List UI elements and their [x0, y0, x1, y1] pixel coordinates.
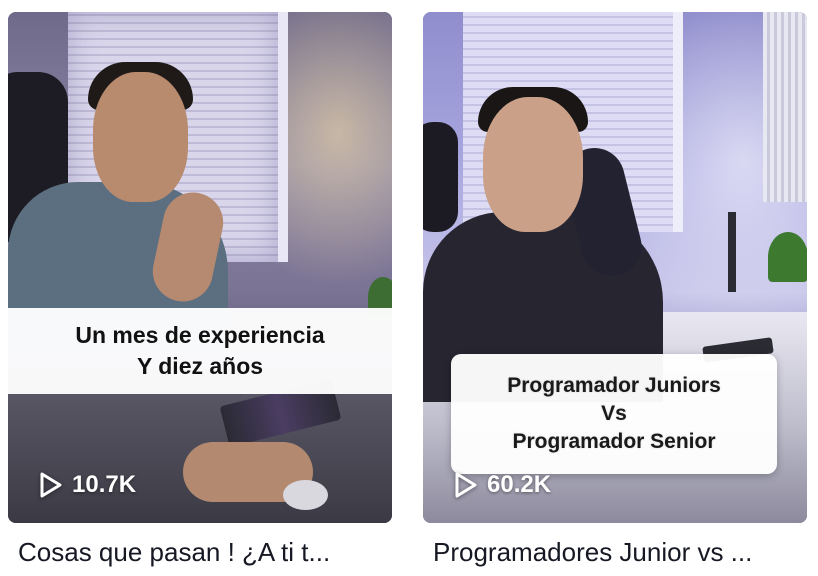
- thumbnail-image: [8, 12, 392, 523]
- overlay-line: Vs: [601, 402, 627, 425]
- play-outline-icon: [40, 472, 62, 498]
- video-caption[interactable]: Programadores Junior vs ...: [423, 537, 807, 568]
- video-grid: Un mes de experiencia Y diez años 10.7K …: [0, 0, 818, 576]
- video-card-1[interactable]: Un mes de experiencia Y diez años 10.7K …: [8, 12, 392, 568]
- overlay-line: Programador Senior: [512, 430, 716, 453]
- overlay-line: Programador Juniors: [507, 374, 721, 397]
- view-count-text: 60.2K: [487, 471, 552, 498]
- overlay-caption-box: Programador Juniors Vs Programador Senio…: [451, 354, 777, 474]
- overlay-line: Un mes de experiencia: [75, 322, 325, 348]
- video-thumbnail[interactable]: Un mes de experiencia Y diez años 10.7K: [8, 12, 392, 523]
- video-card-2[interactable]: Programador Juniors Vs Programador Senio…: [423, 12, 807, 568]
- overlay-line: Y diez años: [136, 353, 264, 379]
- video-thumbnail[interactable]: Programador Juniors Vs Programador Senio…: [423, 12, 807, 523]
- video-caption[interactable]: Cosas que pasan ! ¿A ti t...: [8, 537, 392, 568]
- play-outline-icon: [455, 472, 477, 498]
- overlay-caption-banner: Un mes de experiencia Y diez años: [8, 308, 392, 394]
- view-count-text: 10.7K: [72, 471, 137, 498]
- view-count: 60.2K: [453, 471, 551, 499]
- view-count: 10.7K: [38, 471, 136, 499]
